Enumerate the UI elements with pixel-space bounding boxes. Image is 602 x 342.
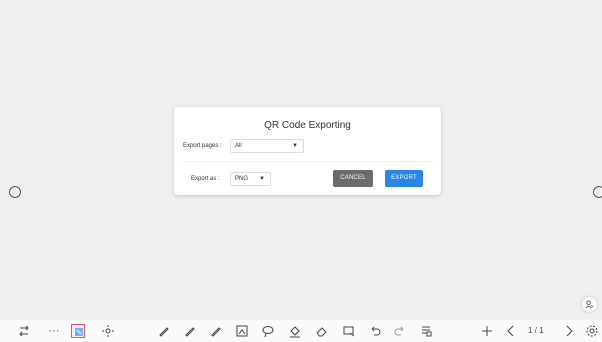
export-pages-value: All [235,143,242,149]
prev-page-icon[interactable] [504,324,518,338]
select-icon[interactable] [71,324,85,338]
image-insert-icon[interactable] [235,324,249,338]
pen-icon[interactable] [183,324,197,338]
add-page-icon[interactable] [480,324,494,338]
clear-icon[interactable] [342,324,356,338]
chevron-down-icon: ▼ [259,176,265,182]
left-side-handle[interactable] [9,186,21,198]
more-icon[interactable]: ··· [47,324,61,338]
qr-export-dialog: QR Code Exporting Export pages : All ▼ E… [174,107,441,195]
settings-icon[interactable] [585,324,599,338]
redo-icon[interactable] [393,324,407,338]
move-icon[interactable] [101,324,115,338]
pen-icon[interactable] [209,324,223,338]
chevron-down-icon: ▼ [292,143,298,149]
right-side-handle[interactable] [593,186,602,198]
bottom-toolbar: ··· 1 / 1 [0,320,602,342]
divider [182,161,433,162]
switch-pen-icon[interactable] [18,324,32,338]
fill-icon[interactable] [288,324,302,338]
eraser-icon[interactable] [315,324,329,338]
dialog-title: QR Code Exporting [264,120,351,131]
lasso-icon[interactable] [261,324,275,338]
export-as-select[interactable]: PNG ▼ [230,172,271,186]
page-list-icon[interactable] [419,324,433,338]
export-as-label: Export as : [191,176,220,182]
export-pages-label: Export pages : [183,143,222,149]
export-as-value: PNG [235,176,249,182]
export-button[interactable]: EXPORT [385,170,423,187]
undo-icon[interactable] [368,324,382,338]
next-page-icon[interactable] [562,324,576,338]
export-pages-select[interactable]: All ▼ [230,139,304,153]
user-icon[interactable] [582,297,597,312]
pen-icon[interactable] [157,324,171,338]
page-indicator: 1 / 1 [528,326,544,335]
cancel-button[interactable]: CANCEL [333,170,373,187]
